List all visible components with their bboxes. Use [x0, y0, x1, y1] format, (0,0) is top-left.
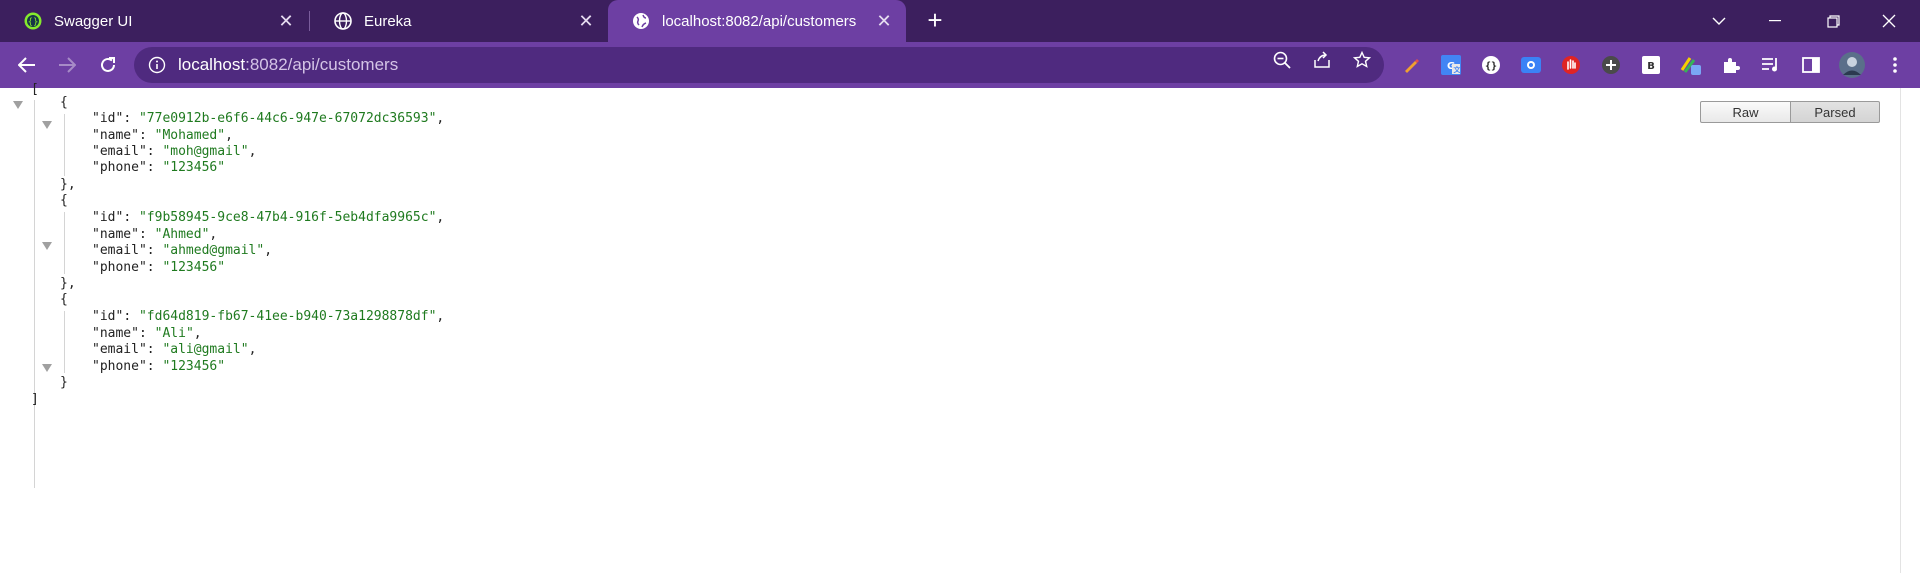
customer-email: ahmed@gmail — [170, 243, 257, 258]
array-close-bracket: ] — [31, 392, 39, 407]
customer-id: 77e0912b-e6f6-44c6-947e-67072dc36593 — [146, 111, 429, 126]
side-panel-icon[interactable] — [1800, 54, 1822, 76]
svg-text:{}: {} — [28, 18, 39, 28]
array-open-bracket: [ — [31, 82, 39, 97]
globe-icon — [334, 12, 352, 30]
indent-guide — [64, 212, 65, 274]
customer-name: Mohamed — [162, 128, 218, 143]
plus-extension-icon[interactable] — [1600, 54, 1622, 76]
close-window-icon[interactable] — [1866, 0, 1912, 42]
minimize-icon[interactable] — [1752, 0, 1798, 42]
view-mode-toggle: Raw Parsed — [1700, 101, 1880, 123]
indent-guide — [64, 114, 65, 176]
close-icon[interactable]: ✕ — [276, 11, 296, 31]
zoom-icon[interactable] — [1272, 50, 1292, 70]
customer-email: moh@gmail — [170, 144, 241, 159]
customer-phone: 123456 — [170, 160, 218, 175]
browser-toolbar: localhost:8082/api/customers G文 {} B — [0, 42, 1920, 88]
collapse-toggle-icon[interactable] — [42, 121, 52, 129]
raw-button[interactable]: Raw — [1700, 101, 1791, 123]
back-icon[interactable] — [13, 51, 41, 79]
forward-icon[interactable] — [53, 51, 81, 79]
b-extension-icon[interactable]: B — [1640, 54, 1662, 76]
tab-customers-api[interactable]: localhost:8082/api/customers ✕ — [608, 0, 906, 42]
customer-phone: 123456 — [170, 359, 218, 374]
restore-icon[interactable] — [1810, 0, 1856, 42]
google-translate-icon[interactable]: G文 — [1440, 54, 1462, 76]
share-icon[interactable] — [1312, 50, 1332, 70]
hand-extension-icon[interactable] — [1560, 54, 1582, 76]
media-controls-icon[interactable] — [1760, 54, 1782, 76]
object-open-brace: { — [60, 95, 68, 110]
menu-kebab-icon[interactable] — [1884, 54, 1906, 76]
customer-email: ali@gmail — [170, 342, 241, 357]
object-close-brace: } — [60, 375, 68, 390]
json-viewer: Raw Parsed [ { "id": "77e0912b-e6f6-44c6… — [0, 82, 1920, 573]
tab-search-chevron-icon[interactable] — [1696, 0, 1742, 42]
swagger-icon: {} — [24, 12, 42, 30]
customer-id: fd64d819-fb67-41ee-b940-73a1298878df — [146, 309, 429, 324]
avatar[interactable] — [1838, 51, 1866, 79]
bookmark-star-icon[interactable] — [1352, 50, 1372, 70]
svg-text:{}: {} — [1485, 61, 1497, 72]
vertical-scrollbar[interactable] — [1900, 88, 1920, 573]
indent-guide — [34, 100, 35, 488]
reload-icon[interactable] — [94, 51, 122, 79]
collapse-toggle-icon[interactable] — [13, 101, 23, 109]
customer-phone: 123456 — [170, 260, 218, 275]
collapse-toggle-icon[interactable] — [42, 364, 52, 372]
svg-text:文: 文 — [1454, 65, 1462, 74]
json-field-phone: "phone": "123456" — [92, 359, 226, 374]
svg-text:B: B — [1647, 61, 1655, 72]
pen-extension-icon[interactable] — [1400, 54, 1422, 76]
url-path: :8082/api/customers — [245, 55, 399, 74]
new-tab-icon[interactable]: + — [922, 7, 948, 34]
customer-name: Ali — [162, 326, 186, 341]
address-bar[interactable]: localhost:8082/api/customers — [134, 47, 1384, 83]
tab-title: Eureka — [364, 12, 412, 30]
tab-title: Swagger UI — [54, 12, 133, 30]
collapse-toggle-icon[interactable] — [42, 242, 52, 250]
json-extension-icon[interactable]: {} — [1480, 54, 1502, 76]
object-open-brace: { — [60, 193, 68, 208]
json-field-phone: "phone": "123456" — [92, 160, 226, 175]
tab-title: localhost:8082/api/customers — [662, 12, 857, 30]
tab-eureka[interactable]: Eureka ✕ — [310, 0, 608, 42]
site-info-icon[interactable] — [148, 56, 166, 74]
tab-strip: {} Swagger UI ✕ Eureka ✕ localhost:8082/… — [0, 0, 1920, 42]
json-field-phone: "phone": "123456" — [92, 260, 226, 275]
url-text[interactable]: localhost:8082/api/customers — [178, 47, 398, 83]
color-picker-icon[interactable] — [1680, 54, 1702, 76]
customer-name: Ahmed — [162, 227, 202, 242]
parsed-button[interactable]: Parsed — [1791, 101, 1880, 123]
object-open-brace: { — [60, 292, 68, 307]
globe-icon — [632, 12, 650, 30]
tab-swagger-ui[interactable]: {} Swagger UI ✕ — [0, 0, 308, 42]
close-icon[interactable]: ✕ — [874, 11, 894, 31]
customer-id: f9b58945-9ce8-47b4-916f-5eb4dfa9965c — [146, 210, 429, 225]
indent-guide — [64, 311, 65, 373]
close-icon[interactable]: ✕ — [576, 11, 596, 31]
extensions-puzzle-icon[interactable] — [1720, 54, 1742, 76]
screen-capture-icon[interactable] — [1520, 54, 1542, 76]
url-host: localhost — [178, 55, 246, 74]
